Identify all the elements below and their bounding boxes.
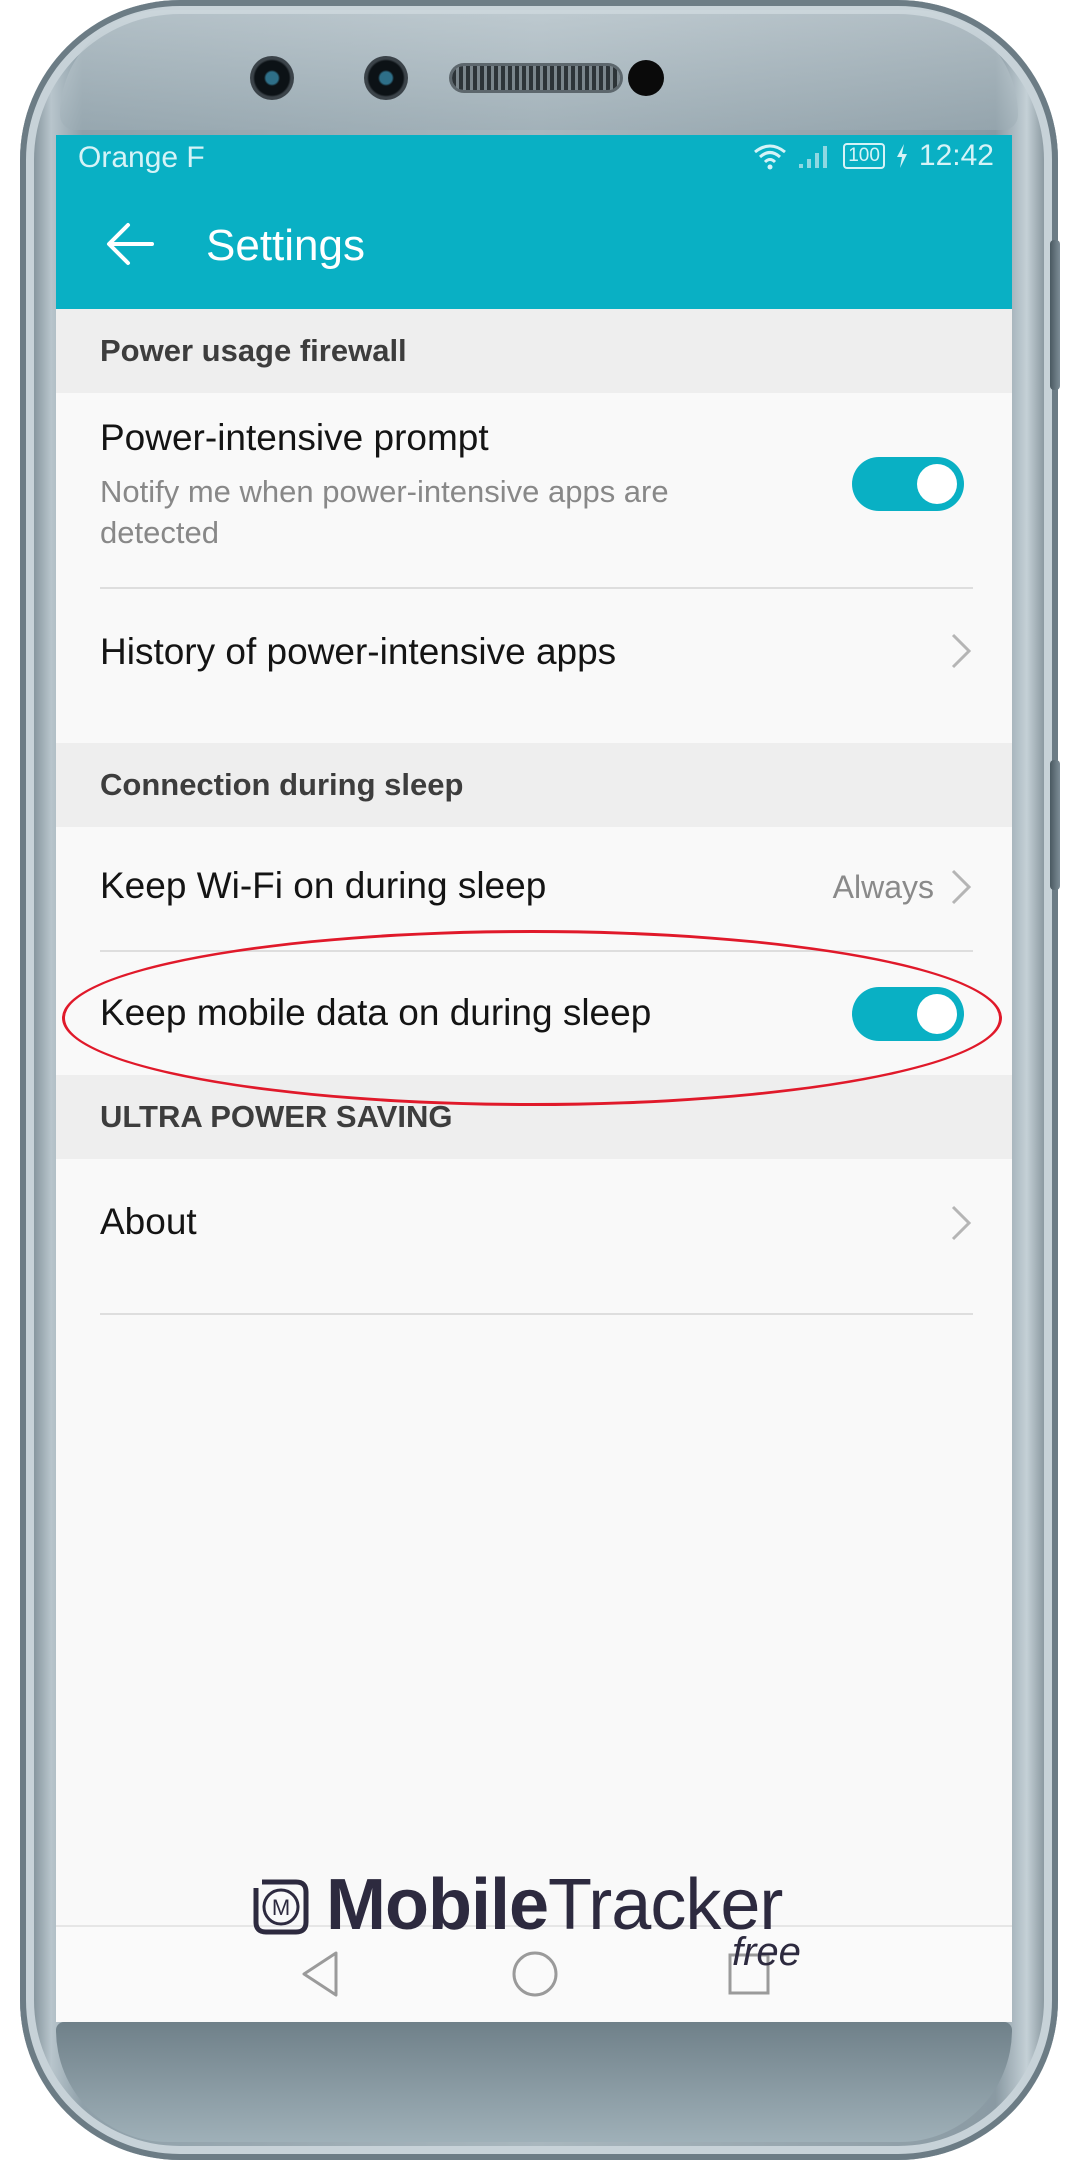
- status-bar: Orange F 100 12:42: [56, 135, 1012, 179]
- watermark-brand: MobileTracker: [326, 1864, 783, 1946]
- power-intensive-prompt-toggle[interactable]: [852, 457, 964, 511]
- section-header-connection-during-sleep: Connection during sleep: [56, 743, 1012, 827]
- watermark-free-label: free: [732, 1930, 801, 1974]
- signal-icon: [799, 146, 828, 168]
- phone-side-button: [1050, 240, 1060, 390]
- power-intensive-prompt-row[interactable]: Power-intensive prompt Notify me when po…: [56, 393, 1012, 565]
- wifi-sleep-value: Always: [832, 869, 934, 905]
- row-title: Power-intensive prompt: [100, 417, 489, 458]
- front-camera-secondary: [364, 56, 408, 100]
- chevron-right-icon: [951, 633, 972, 669]
- phone-volume-button: [1050, 760, 1060, 890]
- status-icons: 100 12:42: [753, 139, 994, 173]
- section-header-label: ULTRA POWER SAVING: [100, 1099, 453, 1134]
- charging-icon: [896, 144, 907, 168]
- watermark-brand-bold: Mobile: [326, 1865, 549, 1945]
- carrier-label: Orange F: [78, 141, 205, 174]
- section-header-label: Connection during sleep: [100, 767, 464, 802]
- row-title: About: [100, 1201, 197, 1242]
- phone-bottom-bezel: [56, 2022, 1012, 2142]
- earpiece-speaker: [452, 66, 620, 90]
- wifi-icon: [754, 144, 787, 170]
- section-header-power-usage-firewall: Power usage firewall: [56, 309, 1012, 393]
- about-row[interactable]: About: [56, 1159, 1012, 1287]
- row-title: History of power-intensive apps: [100, 631, 617, 672]
- mobiletracker-logo-icon: M: [253, 1879, 309, 1935]
- toggle-knob: [917, 464, 957, 504]
- keep-wifi-on-row[interactable]: Keep Wi-Fi on during sleep Always: [56, 827, 1012, 947]
- mobiletracker-watermark: M MobileTracker free: [252, 1865, 832, 1980]
- app-bar: Settings: [56, 179, 1012, 309]
- clock: 12:42: [918, 139, 994, 172]
- chevron-right-icon: [951, 869, 972, 905]
- history-power-intensive-apps-row[interactable]: History of power-intensive apps: [56, 589, 1012, 711]
- front-camera: [250, 56, 294, 100]
- svg-text:M: M: [272, 1895, 290, 1920]
- section-header-label: Power usage firewall: [100, 333, 407, 368]
- divider: [100, 1313, 973, 1315]
- chevron-right-icon: [951, 1205, 972, 1241]
- row-subtitle: Notify me when power-intensive apps are …: [100, 474, 669, 550]
- battery-icon: 100: [843, 143, 885, 169]
- page-title: Settings: [206, 221, 365, 270]
- row-title: Keep Wi-Fi on during sleep: [100, 865, 547, 906]
- proximity-sensor: [628, 60, 664, 96]
- highlight-ellipse-annotation: [62, 930, 1002, 1106]
- back-arrow-icon[interactable]: [96, 209, 166, 279]
